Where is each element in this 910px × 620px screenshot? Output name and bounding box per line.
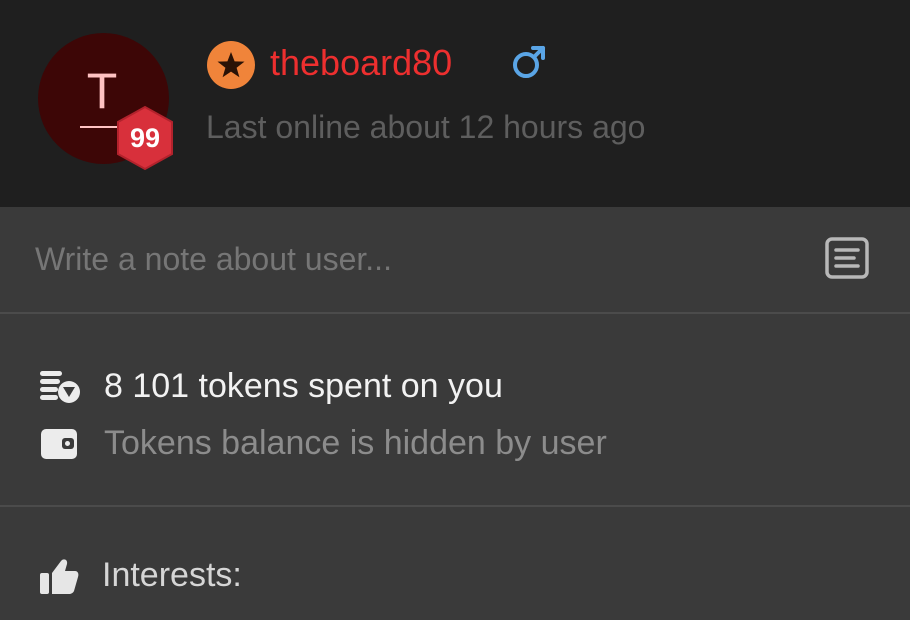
level-badge: 99 xyxy=(114,104,176,172)
note-icon[interactable] xyxy=(823,236,871,280)
divider xyxy=(0,505,910,507)
interests-label: Interests: xyxy=(102,556,242,594)
coins-icon xyxy=(40,371,80,403)
avatar-initial-underline xyxy=(80,126,118,128)
star-badge-icon xyxy=(207,41,255,89)
user-profile-card: T 99 theboard80 Last online about 12 hou… xyxy=(0,0,910,620)
username[interactable]: theboard80 xyxy=(270,40,452,86)
level-number: 99 xyxy=(129,123,161,153)
note-placeholder: Write a note about user... xyxy=(35,241,392,277)
user-note-field[interactable]: Write a note about user... xyxy=(0,207,910,313)
tokens-spent: 8 101 tokens spent on you xyxy=(104,367,503,405)
male-icon xyxy=(513,46,545,78)
thumbs-up-icon xyxy=(40,559,79,594)
tokens-balance: Tokens balance is hidden by user xyxy=(104,424,607,462)
wallet-icon xyxy=(41,429,77,459)
last-online-status: Last online about 12 hours ago xyxy=(206,109,646,145)
divider xyxy=(0,312,910,314)
